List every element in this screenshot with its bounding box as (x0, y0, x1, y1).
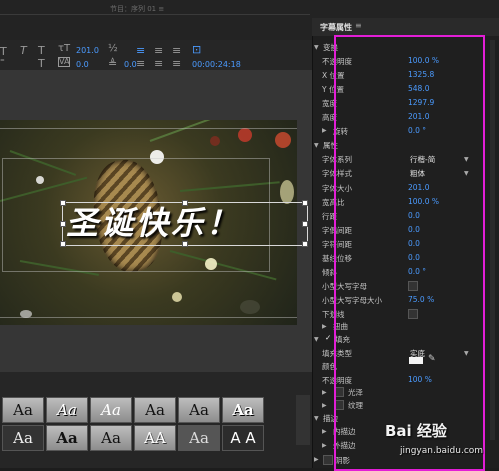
style-swatch[interactable]: Aa (178, 397, 220, 423)
expand-triangle-icon[interactable]: ▶ (322, 428, 327, 435)
tracking-icon: VA (58, 57, 71, 67)
style-swatch[interactable]: Aa (222, 397, 264, 423)
tracking-value[interactable]: 0.0 (76, 60, 89, 69)
style-swatch[interactable]: Aa (46, 397, 88, 423)
expand-triangle-icon[interactable]: ▶ (322, 323, 327, 330)
font-size-value[interactable]: 201.0 (76, 46, 99, 55)
title-text[interactable]: 圣诞快乐！ (66, 202, 306, 244)
panel-menu-icon[interactable]: ≡ (355, 21, 362, 30)
vertical-align-middle-icon[interactable]: ≡ (154, 57, 163, 70)
align-left-icon[interactable]: ≡ (136, 44, 145, 57)
highlight-box (334, 35, 485, 471)
style-swatch[interactable]: Aa (2, 397, 44, 423)
kerning-icon: ½ (108, 43, 118, 54)
bold-text-icon[interactable]: T (0, 45, 7, 58)
style-swatch[interactable]: Aa (46, 425, 88, 451)
watermark-logo: Bai 经验 (385, 422, 447, 440)
title-toolbar: T T T τT 201.0 ½ ≡ ≡ ≡ ⊡ ⁼ T VA 0.0 ≜ 0.… (0, 40, 312, 70)
style-swatch[interactable]: Aa (90, 397, 132, 423)
underline-text-icon[interactable]: T (38, 44, 45, 57)
title-styles-panel: Aa Aa Aa Aa Aa Aa Aa Aa Aa AA Aa A A (0, 372, 312, 468)
expand-triangle-icon[interactable]: ▼ (314, 336, 319, 343)
program-tab[interactable]: 节目：序列 01 ≡ (110, 4, 310, 14)
panel-title: 字幕属性 (320, 23, 352, 32)
expand-triangle-icon[interactable]: ▼ (314, 44, 319, 51)
expand-triangle-icon[interactable]: ▶ (322, 127, 327, 134)
style-swatch[interactable]: AA (134, 425, 176, 451)
align-center-icon[interactable]: ≡ (154, 44, 163, 57)
vertical-align-top-icon[interactable]: ≡ (136, 57, 145, 70)
panel-scrollbar[interactable] (490, 40, 495, 440)
expand-triangle-icon[interactable]: ▶ (322, 389, 327, 396)
timecode[interactable]: 00:00:24:18 (192, 60, 241, 69)
expand-triangle-icon[interactable]: ▶ (322, 442, 327, 449)
expand-triangle-icon[interactable]: ▶ (322, 402, 327, 409)
fill-checkmark-icon[interactable]: ✓ (325, 333, 331, 342)
expand-triangle-icon[interactable]: ▼ (314, 415, 319, 422)
vertical-align-bottom-icon[interactable]: ≡ (172, 57, 181, 70)
font-size-icon: τT (58, 43, 71, 54)
style-swatch[interactable]: Aa (178, 425, 220, 451)
italic-text-icon[interactable]: T (20, 44, 27, 57)
style-swatch[interactable]: Aa (90, 425, 132, 451)
header-divider (0, 14, 310, 15)
expand-triangle-icon[interactable]: ▶ (314, 456, 319, 463)
expand-triangle-icon[interactable]: ▼ (314, 142, 319, 149)
align-right-icon[interactable]: ≡ (172, 44, 181, 57)
style-swatch[interactable]: Aa (134, 397, 176, 423)
text-bottom-icon: ⁼ (0, 58, 5, 68)
leading-icon: T (38, 57, 45, 70)
tab-stops-icon[interactable]: ⊡ (192, 43, 201, 56)
leading-value[interactable]: 0.0 (124, 60, 137, 69)
leading-adjust-icon: ≜ (108, 57, 118, 70)
style-swatch[interactable]: Aa (2, 425, 44, 451)
watermark-url: jingyan.baidu.com (400, 446, 484, 456)
styles-scrollbar[interactable] (296, 395, 310, 445)
style-swatch[interactable]: A A (222, 425, 264, 451)
shadow-checkbox[interactable] (323, 455, 333, 465)
